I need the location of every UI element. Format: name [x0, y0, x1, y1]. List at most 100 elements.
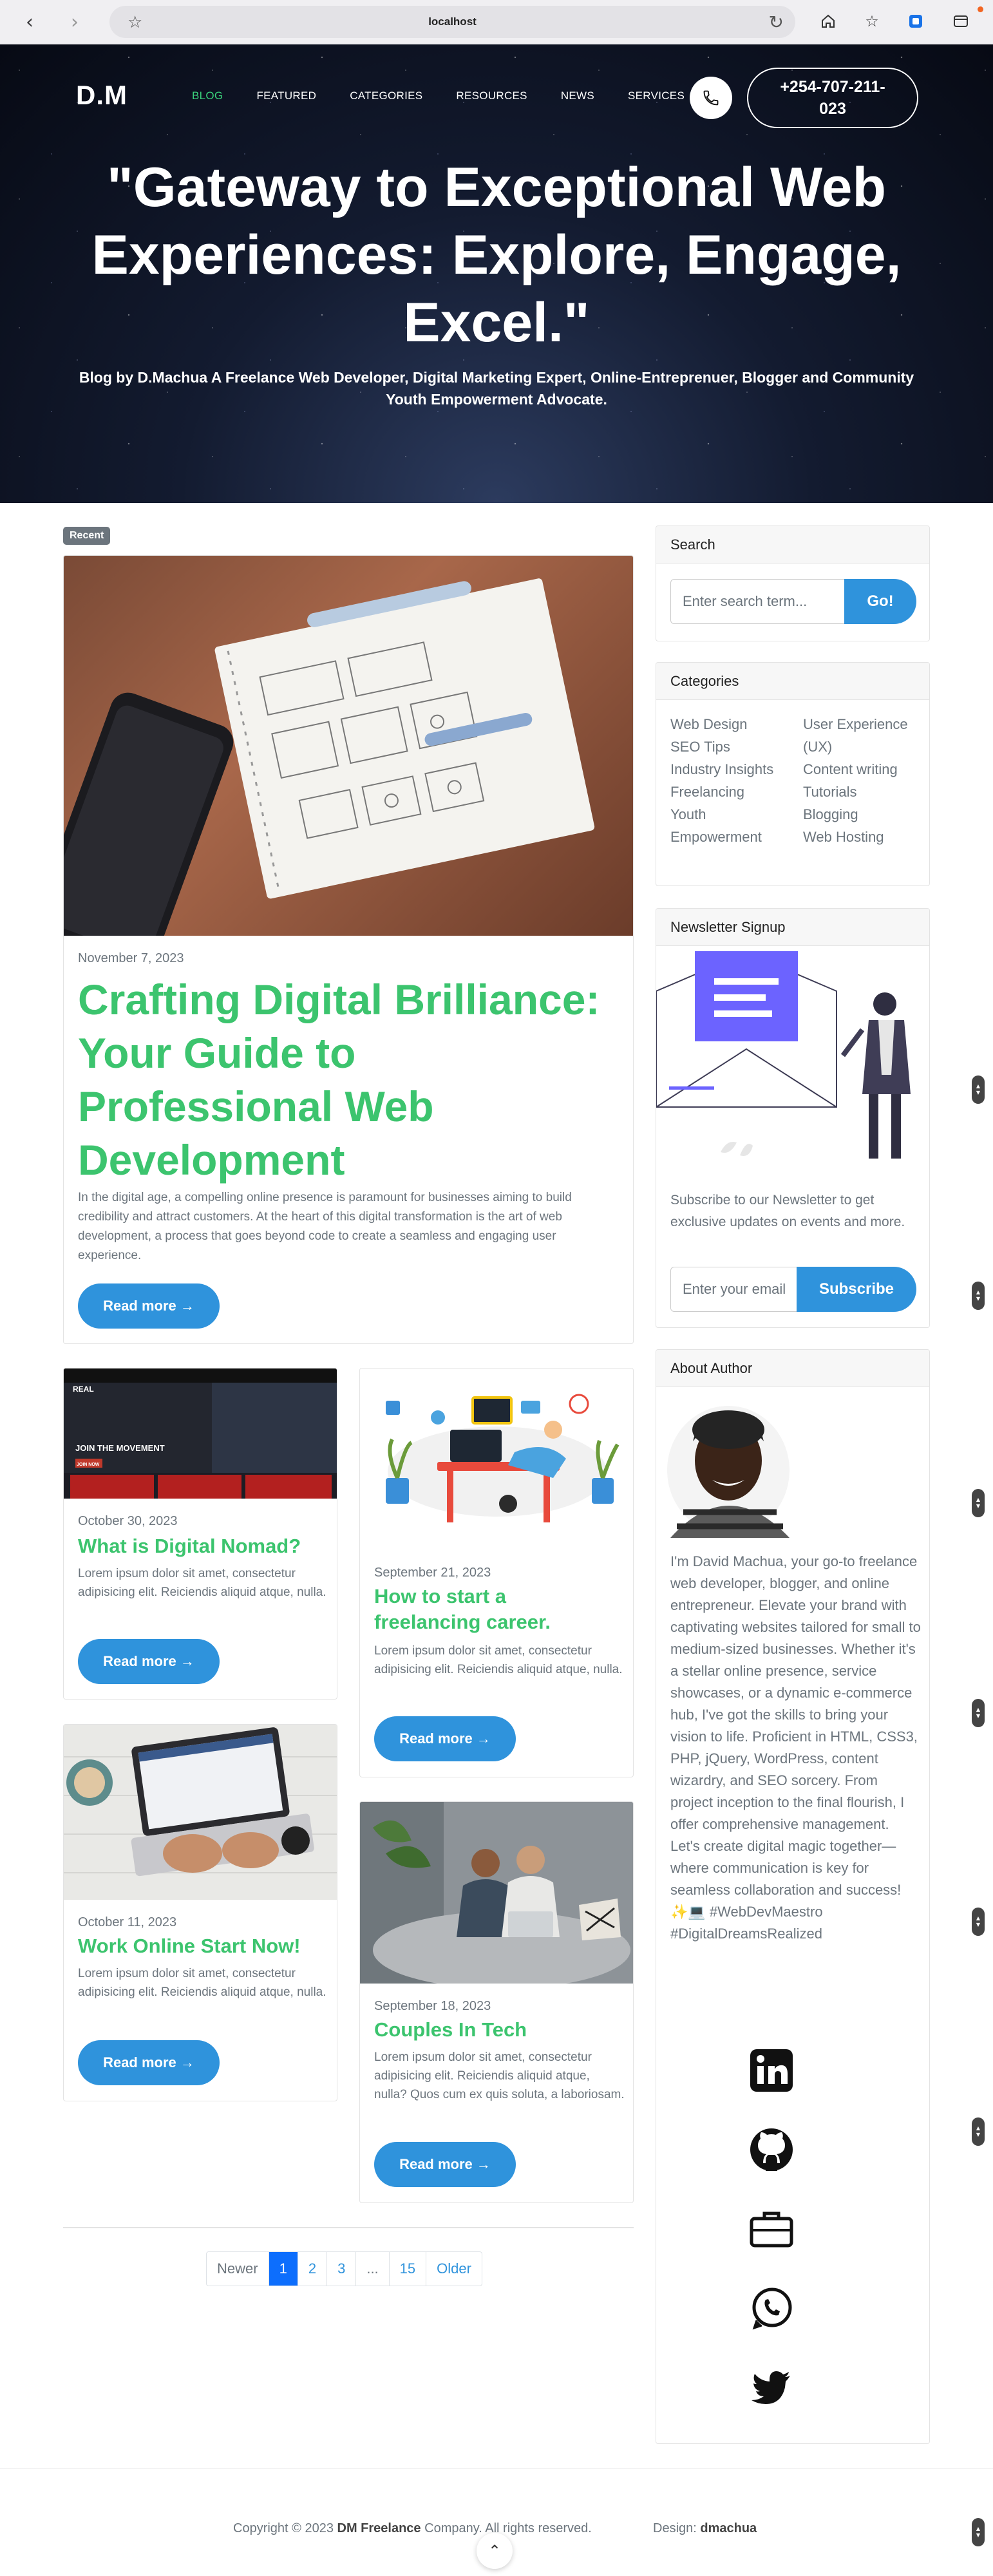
post-title[interactable]: How to start a freelancing career. — [374, 1584, 580, 1635]
category-link[interactable]: Web Hosting — [803, 826, 925, 848]
company-name[interactable]: DM Freelance — [337, 2521, 421, 2535]
nav-blog[interactable]: BLOG — [192, 90, 223, 102]
newsletter-email-input[interactable]: Enter your email — [670, 1267, 797, 1312]
hero-title: "Gateway to Exceptional Web Experiences:… — [91, 156, 902, 354]
scroll-helper-icon[interactable]: ▲ ▼ — [972, 1075, 985, 1104]
post-card: October 11, 2023 Work Online Start Now! … — [63, 1724, 337, 2101]
featured-post-image[interactable] — [64, 556, 633, 936]
github-icon[interactable] — [747, 2125, 796, 2174]
pagination-divider — [63, 2227, 634, 2228]
thumb-cta: JOIN NOW — [77, 1463, 100, 1467]
home-icon[interactable] — [817, 10, 840, 33]
post-title[interactable]: What is Digital Nomad? — [78, 1533, 329, 1559]
back-icon[interactable]: ‹ — [17, 9, 43, 35]
post-excerpt: Lorem ipsum dolor sit amet, consectetur … — [78, 1567, 326, 1599]
post-card: September 21, 2023 How to start a freela… — [359, 1368, 634, 1777]
categories-right-list: User Experience (UX) Content writing Tut… — [803, 713, 925, 848]
author-bio: I'm David Machua, your go-to freelance w… — [670, 1553, 921, 1942]
twitter-icon[interactable] — [747, 2363, 796, 2412]
category-link[interactable]: Tutorials — [803, 781, 925, 803]
page-older[interactable]: Older — [426, 2252, 482, 2286]
post-title[interactable]: Couples In Tech — [374, 2017, 625, 2043]
post-date: September 21, 2023 — [374, 1566, 491, 1580]
post-image-freelancing[interactable] — [360, 1368, 633, 1550]
scroll-helper-icon[interactable]: ▲ ▼ — [972, 1282, 985, 1310]
featured-post-excerpt: In the digital age, a compelling online … — [78, 1191, 572, 1262]
author-avatar — [664, 1390, 794, 1538]
featured-read-more-button[interactable]: Read more → — [78, 1283, 220, 1329]
post-title[interactable]: Work Online Start Now! — [78, 1933, 336, 1959]
page-2[interactable]: 2 — [298, 2252, 328, 2286]
scroll-helper-icon[interactable]: ▲ ▼ — [972, 2518, 985, 2546]
nav-featured[interactable]: FEATURED — [256, 90, 316, 102]
phone-icon[interactable] — [690, 77, 732, 119]
page-3[interactable]: 3 — [327, 2252, 357, 2286]
category-link[interactable]: User Experience (UX) — [803, 713, 925, 758]
newsletter-text: Subscribe to our Newsletter to get exclu… — [670, 1193, 905, 1229]
read-more-button[interactable]: Read more → — [78, 2040, 220, 2085]
post-image-digital-nomad[interactable]: REAL JOIN THE MOVEMENT JOIN NOW — [64, 1368, 337, 1499]
post-card: REAL JOIN THE MOVEMENT JOIN NOW October … — [63, 1368, 337, 1700]
category-link[interactable]: SEO Tips — [670, 735, 793, 758]
newsletter-illustration — [656, 946, 929, 1178]
page-1[interactable]: 1 — [269, 2252, 298, 2286]
post-image-couples-in-tech[interactable] — [360, 1802, 633, 1984]
category-link[interactable]: Industry Insights — [670, 758, 793, 781]
category-link[interactable]: Content writing — [803, 758, 925, 781]
account-icon[interactable] — [949, 10, 972, 33]
page-ellipsis: ... — [356, 2252, 390, 2286]
search-go-button[interactable]: Go! — [844, 579, 916, 624]
read-more-button[interactable]: Read more → — [374, 1716, 516, 1761]
nav-services[interactable]: SERVICES — [628, 90, 685, 102]
featured-post-card: November 7, 2023 Crafting Digital Brilli… — [63, 555, 634, 1344]
scroll-helper-icon[interactable]: ▲ ▼ — [972, 1699, 985, 1727]
linkedin-icon[interactable] — [747, 2046, 796, 2095]
forward-icon[interactable]: › — [62, 9, 88, 35]
whatsapp-icon[interactable] — [747, 2284, 796, 2333]
read-more-button[interactable]: Read more → — [374, 2142, 516, 2187]
nav-resources[interactable]: RESOURCES — [456, 90, 527, 102]
favorites-star-icon[interactable]: ☆ — [860, 10, 884, 33]
scroll-helper-icon[interactable]: ▲ ▼ — [972, 1489, 985, 1517]
extension-icon[interactable] — [904, 10, 927, 33]
phone-number-button[interactable]: +254-707-211-023 — [747, 68, 918, 128]
search-input[interactable]: Enter search term... — [670, 579, 844, 624]
thumb-headline: JOIN THE MOVEMENT — [75, 1443, 165, 1453]
hero-subtitle: Blog by D.Machua A Freelance Web Develop… — [79, 369, 914, 408]
category-link[interactable]: Blogging — [803, 803, 925, 826]
footer-design-credit: Design: dmachua — [653, 2521, 757, 2536]
browser-toolbar: ‹ › ☆ localhost ↻ ☆ — [0, 0, 993, 44]
copyright-prefix: Copyright © 2023 — [233, 2521, 334, 2535]
page-15[interactable]: 15 — [390, 2252, 427, 2286]
pagination: Newer 1 2 3 ... 15 Older — [206, 2251, 482, 2286]
scroll-helper-icon[interactable]: ▲ ▼ — [972, 1908, 985, 1936]
subscribe-button[interactable]: Subscribe — [797, 1267, 916, 1312]
post-card: September 18, 2023 Couples In Tech Lorem… — [359, 1801, 634, 2203]
category-link[interactable]: Youth Empowerment — [670, 803, 793, 848]
nav-categories[interactable]: CATEGORIES — [350, 90, 422, 102]
read-more-button[interactable]: Read more → — [78, 1639, 220, 1684]
categories-left-list: Web Design SEO Tips Industry Insights Fr… — [670, 713, 793, 848]
featured-post-date: November 7, 2023 — [78, 951, 184, 965]
back-to-top-chevron-up-icon[interactable]: ⌃ — [477, 2533, 513, 2569]
about-widget-title: About Author — [656, 1350, 929, 1387]
bookmark-star-icon[interactable]: ☆ — [128, 13, 142, 32]
nav-news[interactable]: NEWS — [561, 90, 594, 102]
copyright-suffix: Company. All rights reserved. — [424, 2521, 592, 2535]
briefcase-icon[interactable] — [747, 2204, 796, 2253]
category-link[interactable]: Freelancing — [670, 781, 793, 803]
reload-icon[interactable]: ↻ — [769, 12, 784, 33]
category-link[interactable]: Web Design — [670, 713, 793, 735]
site-logo[interactable]: D.M — [76, 80, 128, 111]
page-newer[interactable]: Newer — [207, 2252, 269, 2286]
newsletter-widget: Newsletter Signup Subscribe to our Newsl… — [656, 908, 930, 1328]
search-widget: Search Enter search term... Go! — [656, 526, 930, 641]
post-image-work-online[interactable] — [64, 1725, 337, 1900]
thumb-brand: REAL — [73, 1385, 94, 1394]
address-bar[interactable]: ☆ localhost ↻ — [109, 6, 795, 38]
scroll-helper-icon[interactable]: ▲ ▼ — [972, 2117, 985, 2146]
categories-widget-title: Categories — [656, 663, 929, 700]
featured-post-title[interactable]: Crafting Digital Brilliance: Your Guide … — [78, 973, 606, 1187]
designer-link[interactable]: dmachua — [700, 2521, 757, 2535]
post-excerpt: Lorem ipsum dolor sit amet, consectetur … — [374, 2050, 625, 2101]
